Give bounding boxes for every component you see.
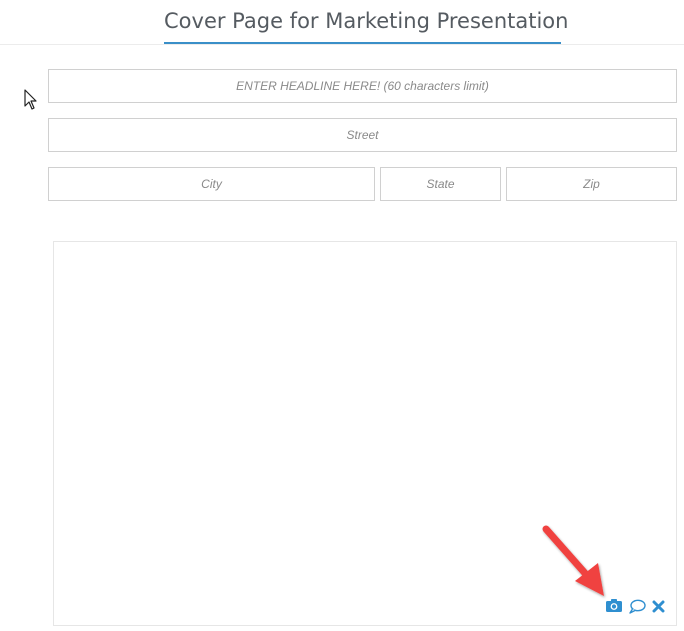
street-input[interactable]: Street — [48, 118, 677, 152]
city-input[interactable]: City — [48, 167, 375, 201]
annotation-arrow-icon — [542, 525, 604, 596]
cover-page-editor: Cover Page for Marketing Presentation EN… — [0, 0, 684, 631]
state-input[interactable]: State — [380, 167, 501, 201]
mouse-cursor-icon — [24, 89, 37, 110]
page-title: Cover Page for Marketing Presentation — [164, 6, 568, 44]
comment-icon[interactable] — [628, 599, 646, 614]
headline-input[interactable]: ENTER HEADLINE HERE! (60 characters limi… — [48, 69, 677, 103]
close-icon[interactable] — [652, 600, 665, 613]
zip-input[interactable]: Zip — [506, 167, 677, 201]
page-header: Cover Page for Marketing Presentation — [0, 0, 684, 45]
